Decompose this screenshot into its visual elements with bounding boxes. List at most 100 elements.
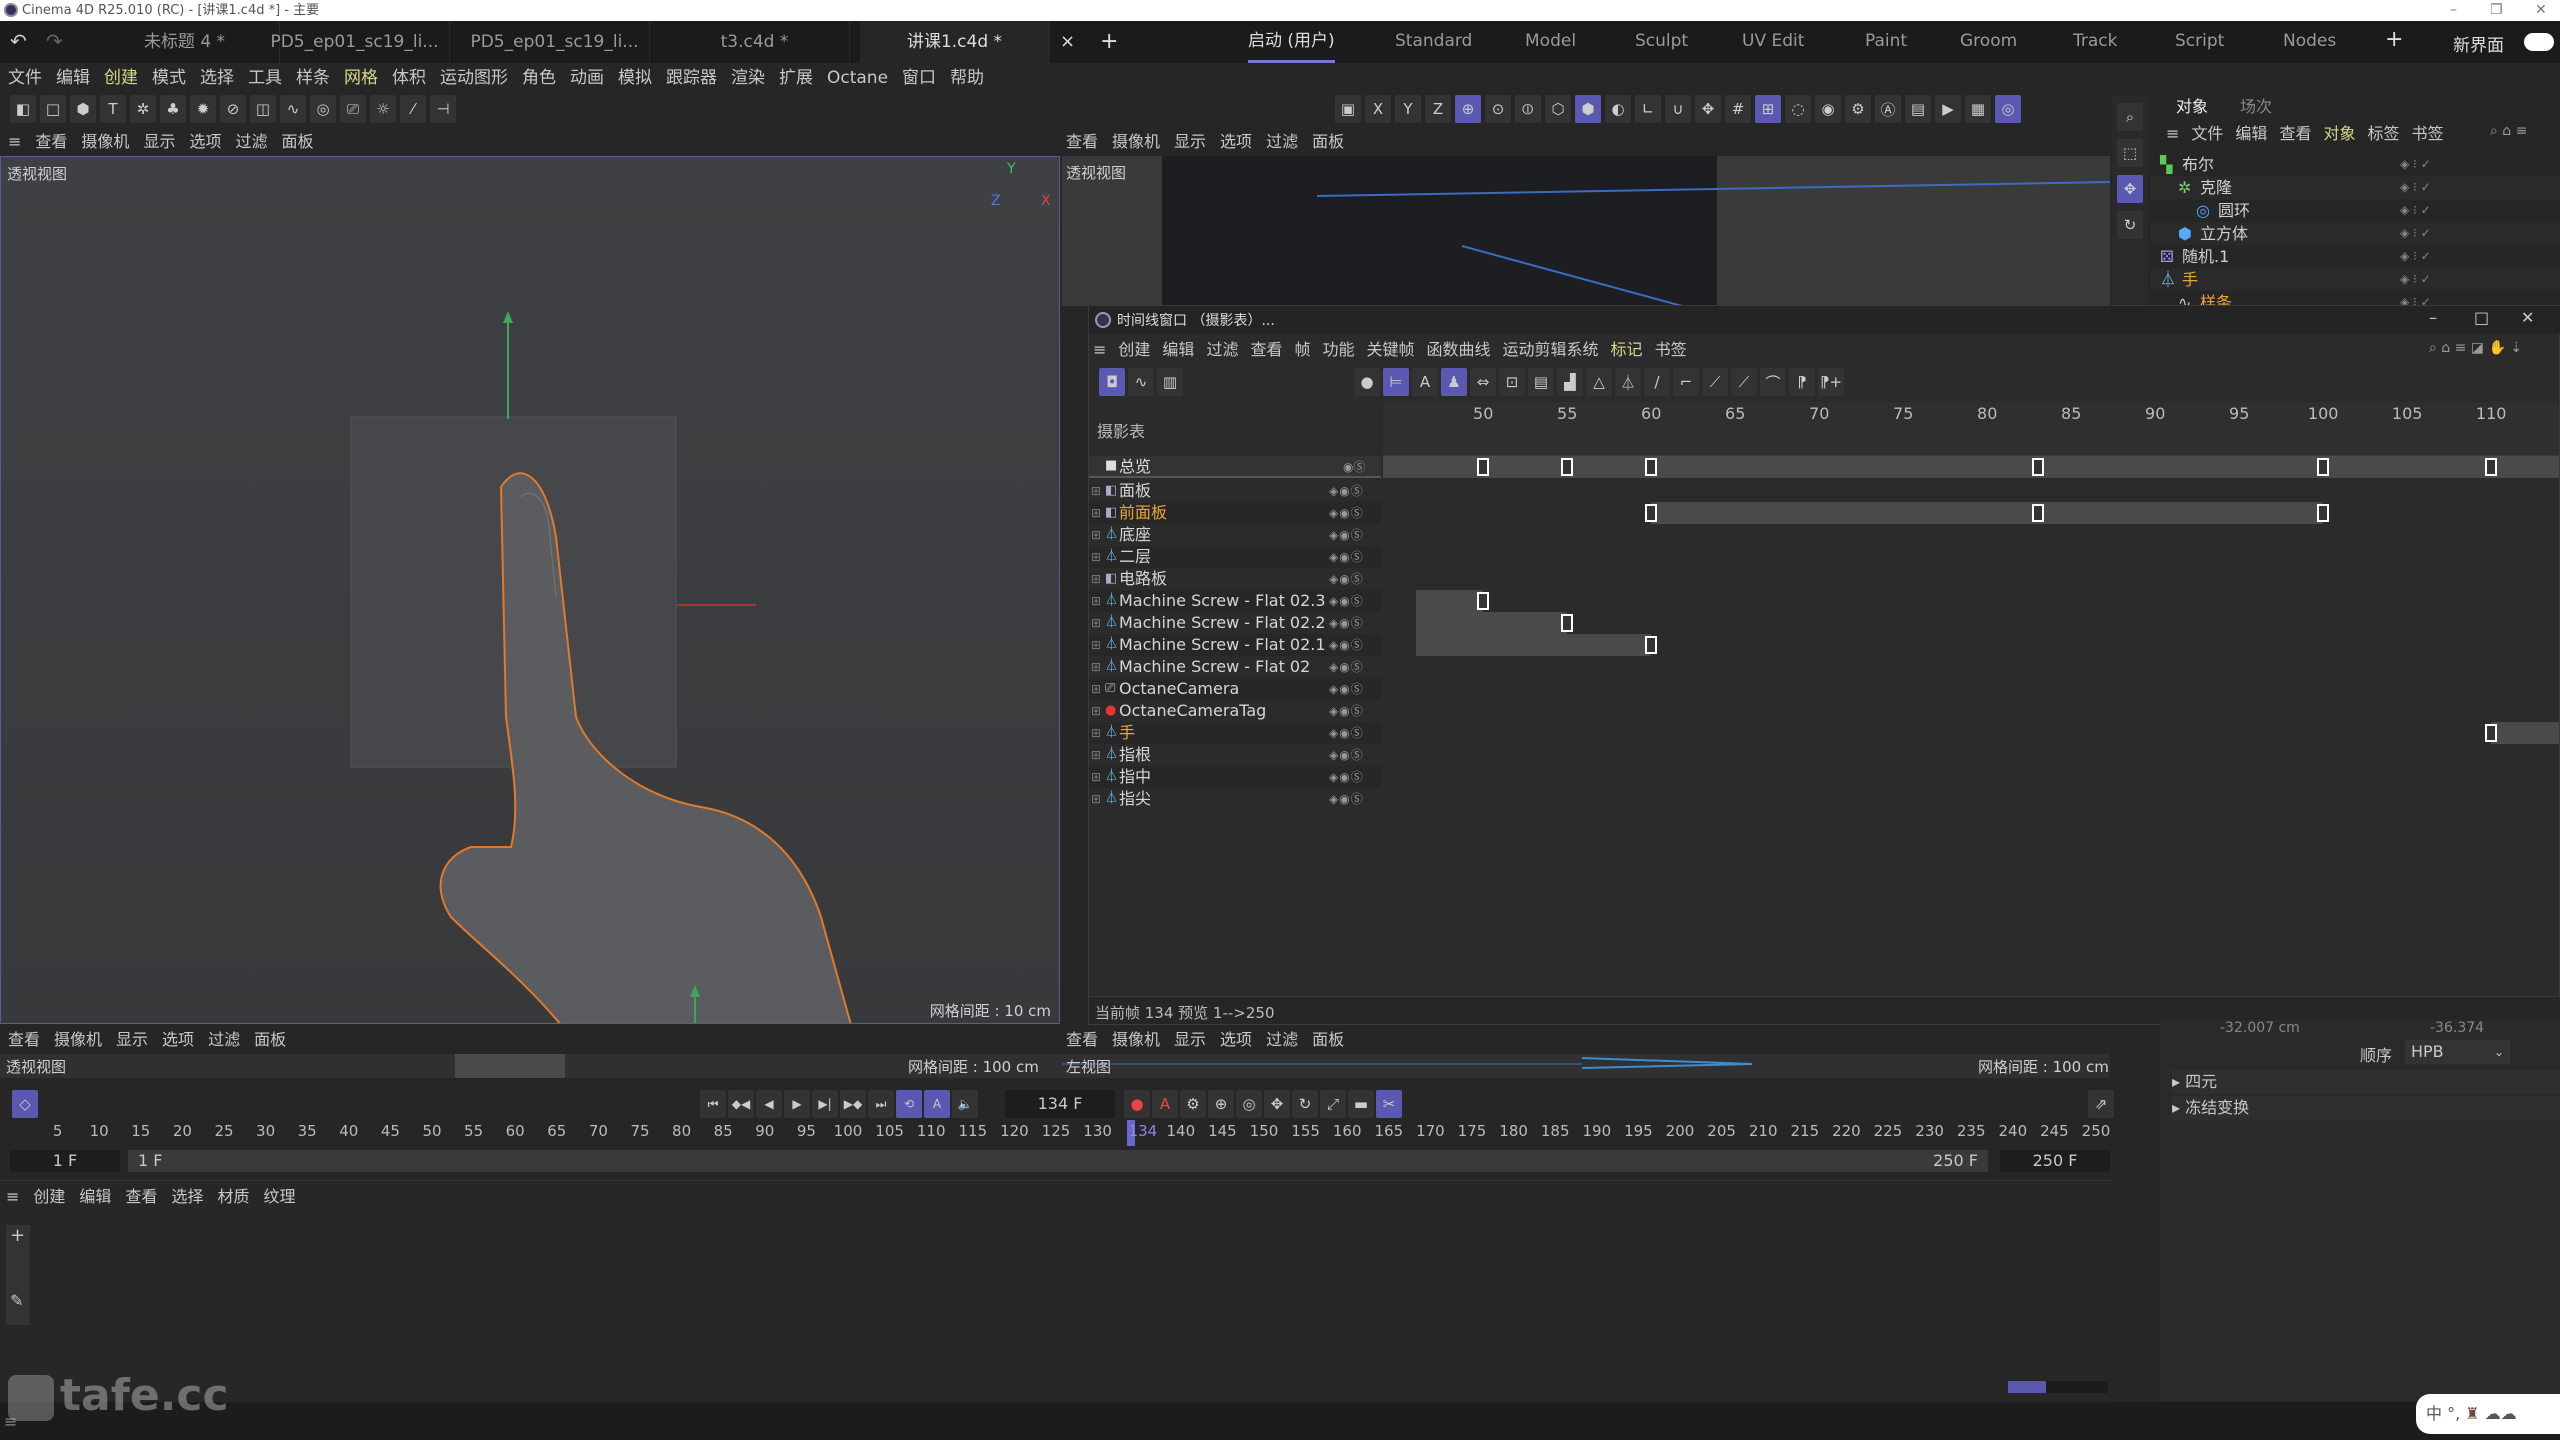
hierarchy-icon[interactable]: ⊨: [1383, 368, 1409, 396]
y-axis-icon[interactable]: Y: [1395, 95, 1421, 123]
timeline-menu-item[interactable]: 关键帧: [1367, 336, 1415, 364]
undo-icon[interactable]: ↶: [10, 29, 27, 53]
menu-item[interactable]: 扩展: [779, 63, 813, 93]
object-row[interactable]: ✲ 克隆 ◈ ⁝ ✓: [2150, 176, 2560, 199]
keyframe[interactable]: [2031, 458, 2044, 476]
animated-icon[interactable]: A: [1412, 368, 1438, 396]
viewport-menu-item[interactable]: 过滤: [1266, 1028, 1298, 1052]
doc-tab[interactable]: PD5_ep01_sc19_li...: [260, 21, 450, 63]
layout-tab[interactable]: Paint: [1865, 21, 1907, 63]
layout-tab[interactable]: Standard: [1395, 21, 1472, 63]
visibility-icon[interactable]: ◈◉Ⓢ: [1329, 568, 1364, 590]
expand-icon[interactable]: ⊞: [1091, 656, 1101, 678]
object-flags-icon[interactable]: ◈ ⁝ ✓: [2400, 176, 2431, 199]
track-row[interactable]: ⊞ ◧ 前面板 ◈◉Ⓢ: [1089, 502, 1381, 524]
viewport-menu-item[interactable]: 选项: [1220, 1028, 1252, 1052]
linear-icon[interactable]: /: [1644, 368, 1670, 396]
go-start-icon[interactable]: ⏮: [700, 1090, 726, 1118]
layout-tab[interactable]: Model: [1525, 21, 1576, 63]
autokey-icon[interactable]: A: [1152, 1090, 1178, 1118]
render-queue-icon[interactable]: Ⓐ: [1875, 95, 1901, 123]
keyframe[interactable]: [1477, 458, 1490, 476]
param-key-icon[interactable]: ▬: [1348, 1090, 1374, 1118]
visibility-icon[interactable]: ◈◉Ⓢ: [1329, 722, 1364, 744]
motion-icon[interactable]: ⊕: [1208, 1090, 1234, 1118]
redo-icon[interactable]: ↷: [46, 29, 63, 53]
interval-icon[interactable]: ◎: [1236, 1090, 1262, 1118]
visibility-icon[interactable]: ◈◉Ⓢ: [1329, 480, 1364, 502]
coord-system-icon[interactable]: ⊕: [1455, 95, 1481, 123]
expand-icon[interactable]: ⊞: [1091, 700, 1101, 722]
visibility-icon[interactable]: ◈◉Ⓢ: [1329, 656, 1364, 678]
frame-selected-icon[interactable]: ▤: [1528, 368, 1554, 396]
visibility-icon[interactable]: ◈◉Ⓢ: [1329, 766, 1364, 788]
menu-item[interactable]: Octane: [827, 63, 888, 93]
viewport-menu-item[interactable]: 查看: [8, 1028, 40, 1052]
material-menu-item[interactable]: 查看: [125, 1185, 157, 1209]
om-menu-item[interactable]: 查看: [2279, 123, 2311, 145]
expand-icon[interactable]: ⊞: [1091, 678, 1101, 700]
cloner-tool-icon[interactable]: ✲: [130, 95, 156, 123]
step-icon[interactable]: ⌐: [1673, 368, 1699, 396]
text-tool-icon[interactable]: T: [100, 95, 126, 123]
graph-toggle-icon[interactable]: ⇗: [2088, 1090, 2114, 1118]
rot-key-icon[interactable]: ↻: [1292, 1090, 1318, 1118]
sound-icon[interactable]: 🔈: [952, 1090, 978, 1118]
next-frame-icon[interactable]: ▶|: [812, 1090, 838, 1118]
summary-row[interactable]: ■ 总览 ◉Ⓢ: [1089, 456, 1381, 478]
timeline-menu-item[interactable]: 过滤: [1206, 336, 1238, 364]
keyframe[interactable]: [2317, 504, 2330, 522]
workplane-icon[interactable]: ⊞: [1755, 95, 1781, 123]
viewport-menu-item[interactable]: 显示: [143, 130, 175, 154]
spacer-icon[interactable]: ⁄: [400, 95, 426, 123]
expand-icon[interactable]: ⊞: [1091, 524, 1101, 546]
object-flags-icon[interactable]: ◈ ⁝ ✓: [2400, 222, 2431, 245]
close-button[interactable]: ✕: [2535, 0, 2547, 21]
prev-frame-icon[interactable]: ◀: [756, 1090, 782, 1118]
menu-item[interactable]: 跟踪器: [666, 63, 717, 93]
track-row[interactable]: ⊞ ◧ 电路板 ◈◉Ⓢ: [1089, 568, 1381, 590]
polygons-mode-icon[interactable]: ⬡: [1545, 95, 1571, 123]
autokey-mode-icon[interactable]: A: [924, 1090, 950, 1118]
go-end-icon[interactable]: ⏭: [868, 1090, 894, 1118]
key-icon[interactable]: △: [1586, 368, 1612, 396]
prev-key-icon[interactable]: ◆◀: [728, 1090, 754, 1118]
keyframe[interactable]: [1477, 592, 1490, 610]
viewport-menu-item[interactable]: 面板: [1312, 130, 1344, 154]
select-tool-icon[interactable]: ⬚: [2117, 139, 2143, 167]
user-icon[interactable]: ♟: [1441, 368, 1467, 396]
object-row[interactable]: ⚄ 随机.1 ◈ ⁝ ✓: [2150, 245, 2560, 268]
viewport-menu-item[interactable]: 过滤: [235, 130, 267, 154]
ease-icon[interactable]: ⟋: [1702, 368, 1728, 396]
track-row[interactable]: ⊞ ⎚ OctaneCamera ◈◉Ⓢ: [1089, 678, 1381, 700]
menu-item[interactable]: 文件: [8, 63, 42, 93]
layout-tab[interactable]: Groom: [1960, 21, 2017, 63]
render-icon[interactable]: ▣: [1335, 95, 1361, 123]
timeline-menu-item[interactable]: 标记: [1611, 336, 1643, 364]
clapper-icon[interactable]: ▤: [1905, 95, 1931, 123]
track-row[interactable]: ⊞ ⏃ 指中 ◈◉Ⓢ: [1089, 766, 1381, 788]
texture-mode-icon[interactable]: ◐: [1605, 95, 1631, 123]
track-row[interactable]: ⊞ ⏃ 底座 ◈◉Ⓢ: [1089, 524, 1381, 546]
keyframe[interactable]: [1561, 614, 1574, 632]
timeline-menu-item[interactable]: 运动剪辑系统: [1503, 336, 1599, 364]
keyframe[interactable]: [2031, 504, 2044, 522]
layout-tab[interactable]: Sculpt: [1635, 21, 1688, 63]
menu-item[interactable]: 创建: [104, 63, 138, 93]
section-freeze-transform[interactable]: ▸ 冻结变换: [2172, 1096, 2560, 1120]
expand-icon[interactable]: ⊞: [1091, 568, 1101, 590]
track-row[interactable]: ⊞ ⏃ Machine Screw - Flat 02.1 ◈◉Ⓢ: [1089, 634, 1381, 656]
object-row[interactable]: ▚ 布尔 ◈ ⁝ ✓: [2150, 153, 2560, 176]
timeline-search-icon[interactable]: ⌕ ⌂ ≡ ◪ ✋ ⇣: [2429, 340, 2522, 356]
render-pic-icon[interactable]: ▦: [1965, 95, 1991, 123]
hamburger-icon[interactable]: ≡: [6, 1185, 19, 1209]
section-quaternion[interactable]: ▸ 四元: [2172, 1070, 2560, 1094]
octane-icon[interactable]: ◎: [1995, 95, 2021, 123]
menu-item[interactable]: 运动图形: [440, 63, 508, 93]
keyframe[interactable]: [1645, 458, 1658, 476]
visibility-icon[interactable]: ◈◉Ⓢ: [1329, 634, 1364, 656]
scene-icon[interactable]: ◎: [310, 95, 336, 123]
material-menu-item[interactable]: 材质: [217, 1185, 249, 1209]
visibility-icon[interactable]: ◈◉Ⓢ: [1329, 502, 1364, 524]
key2-icon[interactable]: ⏃: [1615, 368, 1641, 396]
